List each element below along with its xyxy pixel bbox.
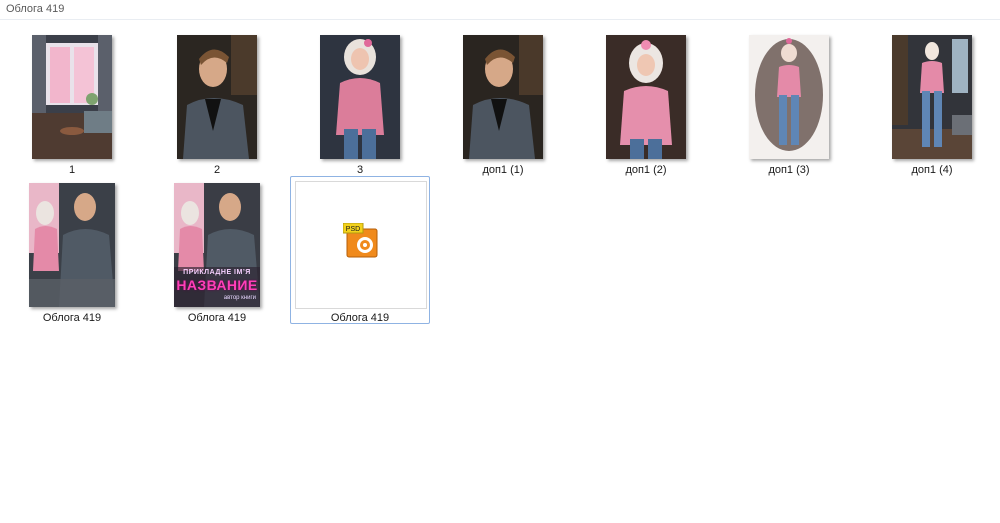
file-grid: 1 2 3 доп1 (1) доп1 (2) доп1 (3) доп1 (4… (0, 20, 1000, 523)
file-item-9[interactable]: ПРИКЛАДНЕ ІМʼЯ НАЗВАНИЕ автор книги Обло… (147, 176, 287, 324)
psd-file-icon: PSD (342, 222, 379, 259)
file-item-5[interactable]: доп1 (2) (576, 28, 716, 176)
address-bar: Облога 419 (0, 0, 1000, 20)
image-thumbnail-man-portrait (463, 35, 543, 159)
file-item-8[interactable]: Облога 419 (2, 176, 142, 324)
file-item-6[interactable]: доп1 (3) (719, 28, 859, 176)
file-name: Облога 419 (187, 312, 247, 324)
file-name: доп1 (2) (625, 164, 667, 176)
image-thumbnail-woman-watercolor (749, 35, 829, 159)
file-name: 1 (68, 164, 76, 176)
file-item-4[interactable]: доп1 (1) (433, 28, 573, 176)
file-name: 2 (213, 164, 221, 176)
file-item-1[interactable]: 1 (2, 28, 142, 176)
file-item-10[interactable]: PSD Облога 419 (290, 176, 430, 324)
psd-icon-text: PSD (346, 226, 360, 233)
folder-title: Облога 419 (6, 3, 65, 15)
file-name: 3 (356, 164, 364, 176)
image-thumbnail-woman-pink-sweater (606, 35, 686, 159)
file-item-7[interactable]: доп1 (4) (862, 28, 1000, 176)
file-name: доп1 (4) (911, 164, 953, 176)
cover-subtitle-text: автор книги (223, 295, 256, 301)
cover-title-text: НАЗВАНИЕ (176, 277, 258, 293)
image-thumbnail-cover-with-title: ПРИКЛАДНЕ ІМʼЯ НАЗВАНИЕ автор книги (174, 183, 260, 307)
file-name: Облога 419 (42, 312, 102, 324)
cover-author-text: ПРИКЛАДНЕ ІМʼЯ (183, 269, 251, 276)
image-thumbnail-cover-couple (29, 183, 115, 307)
file-item-3[interactable]: 3 (290, 28, 430, 176)
image-thumbnail-woman-pink-sweater (320, 35, 400, 159)
file-item-2[interactable]: 2 (147, 28, 287, 176)
image-thumbnail-woman-room (892, 35, 972, 159)
file-name: доп1 (3) (768, 164, 810, 176)
file-name: Облога 419 (330, 312, 390, 324)
image-thumbnail-man-portrait (177, 35, 257, 159)
image-thumbnail-room-window (32, 35, 112, 159)
file-name: доп1 (1) (482, 164, 524, 176)
